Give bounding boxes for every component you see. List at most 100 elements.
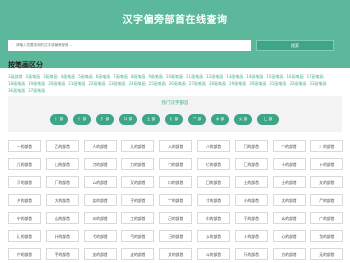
radical-cell[interactable]: 尸的部首 bbox=[310, 194, 344, 206]
radical-cell[interactable]: 干的部首 bbox=[234, 212, 268, 224]
radical-cell[interactable]: 斤的部首 bbox=[234, 248, 268, 260]
stroke-link[interactable]: 23画笔画 bbox=[108, 80, 125, 87]
radical-cell[interactable]: 巛的部首 bbox=[83, 212, 117, 224]
radical-cell[interactable]: 无的部首 bbox=[310, 248, 344, 260]
radical-cell[interactable]: 方的部首 bbox=[272, 248, 306, 260]
radical-cell[interactable]: 人的部首 bbox=[83, 140, 117, 152]
radical-cell[interactable]: 山的部首 bbox=[45, 212, 79, 224]
radical-cell[interactable]: 几的部首 bbox=[8, 158, 41, 170]
stroke-link[interactable]: 24画笔画 bbox=[129, 80, 146, 87]
radical-cell[interactable]: 攴的部首 bbox=[121, 248, 155, 260]
stroke-link[interactable]: 18画笔画 bbox=[8, 80, 25, 87]
radical-cell[interactable]: 力的部首 bbox=[121, 158, 155, 170]
stroke-link[interactable]: 14画笔画 bbox=[246, 73, 263, 80]
search-button[interactable]: 搜索 bbox=[256, 40, 334, 51]
stroke-link[interactable]: 37画笔画 bbox=[28, 87, 45, 94]
radical-cell[interactable]: 寸的部首 bbox=[196, 194, 230, 206]
stroke-link[interactable]: 28画笔画 bbox=[209, 80, 226, 87]
radical-cell[interactable]: 冫的部首 bbox=[310, 140, 344, 152]
hot-tag[interactable]: 钅 部 bbox=[165, 114, 183, 125]
stroke-link[interactable]: 1画部首 bbox=[8, 73, 23, 80]
stroke-link[interactable]: 19画笔画 bbox=[28, 80, 45, 87]
radical-cell[interactable]: 又的部首 bbox=[121, 176, 155, 188]
radical-cell[interactable]: 广的部首 bbox=[310, 212, 344, 224]
radical-cell[interactable]: 廴的部首 bbox=[8, 230, 41, 242]
stroke-link[interactable]: 8画笔画 bbox=[131, 73, 146, 80]
radical-cell[interactable]: 卜的部首 bbox=[310, 158, 344, 170]
hot-tag[interactable]: 口 部 bbox=[119, 114, 137, 125]
hot-tag[interactable]: 扌 部 bbox=[96, 114, 114, 125]
stroke-link[interactable]: 31画笔画 bbox=[269, 80, 286, 87]
stroke-link[interactable]: 13画笔画 bbox=[226, 73, 243, 80]
stroke-link[interactable]: 22画笔画 bbox=[88, 80, 105, 87]
radical-cell[interactable]: 屮的部首 bbox=[8, 212, 41, 224]
radical-cell[interactable]: 刀的部首 bbox=[83, 158, 117, 170]
stroke-link[interactable]: 4画笔画 bbox=[61, 73, 76, 80]
radical-cell[interactable]: 尢的部首 bbox=[272, 194, 306, 206]
radical-cell[interactable]: 大的部首 bbox=[45, 194, 79, 206]
radical-cell[interactable]: 厂的部首 bbox=[45, 176, 79, 188]
radical-cell[interactable]: 己的部首 bbox=[159, 212, 193, 224]
stroke-link[interactable]: 17画笔画 bbox=[307, 73, 324, 80]
radical-cell[interactable]: 土的部首 bbox=[234, 176, 268, 188]
radical-cell[interactable]: 口的部首 bbox=[159, 176, 193, 188]
radical-cell[interactable]: 十的部首 bbox=[272, 158, 306, 170]
radical-cell[interactable]: 子的部首 bbox=[121, 194, 155, 206]
radical-cell[interactable]: 斗的部首 bbox=[196, 248, 230, 260]
hot-tag[interactable]: 艹 部 bbox=[188, 114, 206, 125]
radical-cell[interactable]: 宀的部首 bbox=[159, 194, 193, 206]
hot-tag[interactable]: 木 部 bbox=[211, 114, 229, 125]
radical-cell[interactable]: 户的部首 bbox=[8, 248, 41, 260]
radical-cell[interactable]: 入的部首 bbox=[159, 140, 193, 152]
radical-cell[interactable]: 勹的部首 bbox=[159, 158, 193, 170]
radical-cell[interactable]: 小的部首 bbox=[234, 194, 268, 206]
hot-tag[interactable]: 亻 部 bbox=[73, 114, 91, 125]
stroke-link[interactable]: 27画笔画 bbox=[189, 80, 206, 87]
stroke-link[interactable]: 3画笔画 bbox=[43, 73, 58, 80]
radical-cell[interactable]: 厶的部首 bbox=[83, 176, 117, 188]
stroke-link[interactable]: 2画笔画 bbox=[26, 73, 41, 80]
radical-cell[interactable]: 士的部首 bbox=[272, 176, 306, 188]
radical-cell[interactable]: 八的部首 bbox=[196, 140, 230, 152]
stroke-link[interactable]: 7画笔画 bbox=[113, 73, 128, 80]
radical-cell[interactable]: 一的部首 bbox=[8, 140, 41, 152]
radical-cell[interactable]: 工的部首 bbox=[121, 212, 155, 224]
stroke-link[interactable]: 25画笔画 bbox=[149, 80, 166, 87]
stroke-link[interactable]: 20画笔画 bbox=[48, 80, 65, 87]
radical-cell[interactable]: 幺的部首 bbox=[272, 212, 306, 224]
stroke-link[interactable]: 36画笔画 bbox=[8, 87, 25, 94]
radical-cell[interactable]: 心的部首 bbox=[272, 230, 306, 242]
radical-cell[interactable]: 文的部首 bbox=[159, 248, 193, 260]
radical-cell[interactable]: 彳的部首 bbox=[234, 230, 268, 242]
radical-cell[interactable]: 乙的部首 bbox=[45, 140, 79, 152]
stroke-link[interactable]: 30画笔画 bbox=[249, 80, 266, 87]
stroke-link[interactable]: 9画笔画 bbox=[148, 73, 163, 80]
stroke-link[interactable]: 12画笔画 bbox=[206, 73, 223, 80]
radical-cell[interactable]: 冂的部首 bbox=[234, 140, 268, 152]
radical-cell[interactable]: 夕的部首 bbox=[8, 194, 41, 206]
search-input[interactable] bbox=[8, 40, 251, 51]
radical-cell[interactable]: 弋的部首 bbox=[83, 230, 117, 242]
radical-cell[interactable]: 弓的部首 bbox=[121, 230, 155, 242]
radical-cell[interactable]: 女的部首 bbox=[83, 194, 117, 206]
radical-cell[interactable]: 手的部首 bbox=[45, 248, 79, 260]
radical-cell[interactable]: 匕的部首 bbox=[196, 158, 230, 170]
stroke-link[interactable]: 10画笔画 bbox=[166, 73, 183, 80]
radical-cell[interactable]: 卩的部首 bbox=[8, 176, 41, 188]
stroke-link[interactable]: 6画笔画 bbox=[96, 73, 111, 80]
hot-tag[interactable]: 辶 部 bbox=[257, 114, 279, 125]
radical-cell[interactable]: 夂的部首 bbox=[310, 176, 344, 188]
radical-cell[interactable]: 戈的部首 bbox=[310, 230, 344, 242]
radical-cell[interactable]: 彡的部首 bbox=[196, 230, 230, 242]
radical-cell[interactable]: 凵的部首 bbox=[45, 158, 79, 170]
radical-cell[interactable]: 匚的部首 bbox=[234, 158, 268, 170]
stroke-link[interactable]: 16画笔画 bbox=[286, 73, 303, 80]
radical-cell[interactable]: 廾的部首 bbox=[45, 230, 79, 242]
stroke-link[interactable]: 21画笔画 bbox=[68, 80, 85, 87]
radical-cell[interactable]: 冖的部首 bbox=[272, 140, 306, 152]
radical-cell[interactable]: 儿的部首 bbox=[121, 140, 155, 152]
hot-tag[interactable]: 土 部 bbox=[142, 114, 160, 125]
radical-cell[interactable]: 彐的部首 bbox=[159, 230, 193, 242]
hot-tag[interactable]: 火 部 bbox=[234, 114, 252, 125]
stroke-link[interactable]: 26画笔画 bbox=[169, 80, 186, 87]
